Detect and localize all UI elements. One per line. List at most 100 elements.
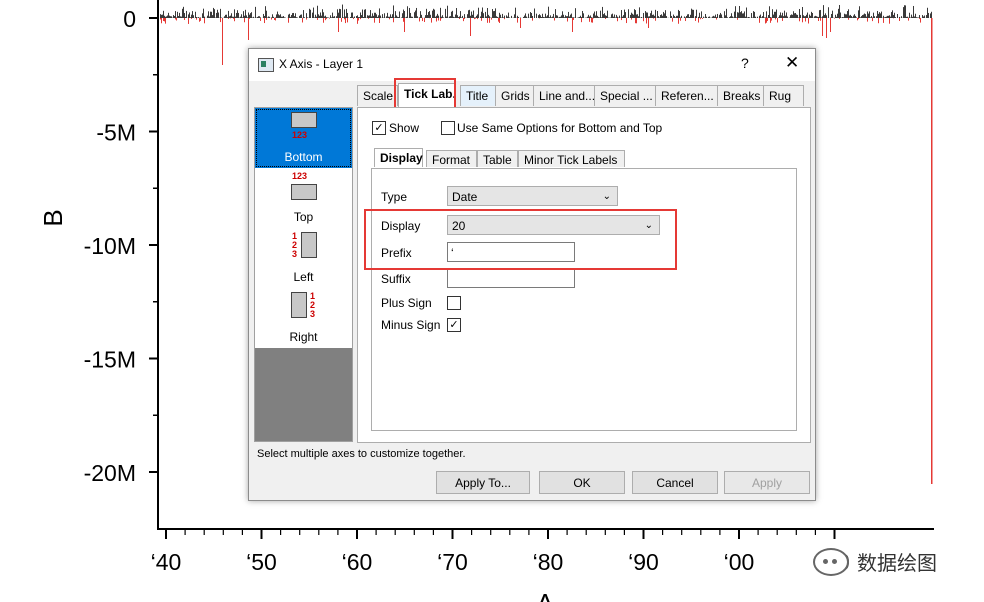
bar-positive bbox=[684, 16, 685, 18]
bar-positive bbox=[433, 8, 434, 18]
display-subpanel: Type Date ⌄ Display 20 ⌄ Prefix ‘ Suffix… bbox=[371, 168, 797, 431]
cancel-button[interactable]: Cancel bbox=[632, 471, 718, 494]
wechat-icon bbox=[813, 548, 849, 576]
bar-positive bbox=[687, 14, 688, 18]
bar-positive bbox=[218, 12, 219, 18]
bar-negative bbox=[685, 18, 686, 22]
bar-positive bbox=[822, 16, 823, 18]
ok-button[interactable]: OK bbox=[539, 471, 625, 494]
tab-line-and-ticks[interactable]: Line and... bbox=[533, 85, 595, 106]
axis-item-right[interactable]: 123 Right bbox=[255, 288, 352, 348]
subtab-table[interactable]: Table bbox=[477, 150, 518, 167]
type-label: Type bbox=[381, 190, 408, 204]
bar-positive bbox=[844, 13, 845, 18]
tab-reference-lines[interactable]: Referen... bbox=[655, 85, 719, 106]
bar-positive bbox=[588, 14, 589, 18]
bar-positive bbox=[773, 14, 774, 18]
bar-positive bbox=[613, 16, 614, 18]
bar-positive bbox=[784, 10, 785, 18]
bar-positive bbox=[436, 15, 437, 18]
bar-positive bbox=[497, 16, 498, 18]
show-checkbox[interactable]: ✓ bbox=[372, 121, 386, 135]
minus-sign-checkbox[interactable]: ✓ bbox=[447, 318, 461, 332]
tab-special-ticks[interactable]: Special ... bbox=[594, 85, 656, 106]
bar-positive bbox=[557, 15, 558, 18]
bar-positive bbox=[531, 12, 532, 18]
bar-positive bbox=[507, 16, 508, 18]
bar-negative bbox=[464, 18, 465, 19]
bar-positive bbox=[474, 17, 475, 18]
bar-negative bbox=[302, 18, 303, 23]
bar-positive bbox=[259, 16, 260, 18]
bar-positive bbox=[317, 5, 318, 18]
bar-positive bbox=[630, 14, 631, 18]
bar-negative bbox=[459, 18, 460, 20]
bar-positive bbox=[499, 12, 500, 18]
bar-positive bbox=[726, 8, 727, 18]
bar-positive bbox=[749, 17, 750, 18]
tab-rug[interactable]: Rug bbox=[763, 85, 804, 106]
bar-positive bbox=[814, 16, 815, 18]
bar-negative bbox=[379, 18, 380, 23]
bar-positive bbox=[741, 11, 742, 18]
bar-positive bbox=[556, 15, 557, 18]
help-button[interactable]: ? bbox=[741, 55, 749, 71]
bar-positive bbox=[931, 11, 932, 18]
bar-positive bbox=[872, 17, 873, 18]
bar-positive bbox=[536, 13, 537, 18]
type-dropdown[interactable]: Date ⌄ bbox=[447, 186, 618, 206]
type-value: Date bbox=[452, 190, 478, 204]
bar-positive bbox=[166, 16, 167, 18]
apply-button[interactable]: Apply bbox=[724, 471, 810, 494]
bar-negative bbox=[695, 18, 696, 21]
bar-positive bbox=[729, 17, 730, 18]
bar-positive bbox=[886, 16, 887, 18]
bar-positive bbox=[605, 15, 606, 18]
bar-positive bbox=[167, 15, 168, 18]
tab-breaks[interactable]: Breaks bbox=[717, 85, 764, 106]
apply-to-button[interactable]: Apply To... bbox=[436, 471, 530, 494]
bar-positive bbox=[511, 15, 512, 18]
bar-positive bbox=[856, 17, 857, 18]
bar-positive bbox=[243, 11, 244, 18]
subtab-format[interactable]: Format bbox=[426, 150, 477, 167]
bar-positive bbox=[731, 13, 732, 18]
bar-positive bbox=[692, 9, 693, 18]
bar-positive bbox=[374, 12, 375, 18]
bar-positive bbox=[734, 11, 735, 18]
axis-item-top[interactable]: 123 Top bbox=[255, 168, 352, 228]
bar-positive bbox=[296, 17, 297, 18]
bar-positive bbox=[179, 12, 180, 18]
axis-item-bottom[interactable]: 123 Bottom bbox=[255, 108, 352, 168]
bar-positive bbox=[216, 12, 217, 18]
same-options-checkbox[interactable] bbox=[441, 121, 455, 135]
bar-positive bbox=[650, 13, 651, 18]
axis-item-left[interactable]: 123 Left bbox=[255, 228, 352, 288]
subtab-minor-tick-labels[interactable]: Minor Tick Labels bbox=[518, 150, 625, 167]
bar-positive bbox=[878, 13, 879, 18]
tab-title[interactable]: Title bbox=[460, 85, 496, 106]
bar-positive bbox=[242, 17, 243, 18]
tab-scale[interactable]: Scale bbox=[357, 85, 398, 106]
bar-positive bbox=[570, 14, 571, 18]
close-button[interactable]: ✕ bbox=[785, 53, 799, 73]
bar-positive bbox=[495, 8, 496, 18]
bar-negative bbox=[883, 18, 884, 23]
bar-positive bbox=[887, 15, 888, 18]
bottom-axis-icon: 123 bbox=[291, 112, 317, 142]
bar-positive bbox=[445, 8, 446, 18]
bar-positive bbox=[676, 15, 677, 18]
bar-positive bbox=[791, 14, 792, 18]
bar-positive bbox=[696, 9, 697, 18]
subtab-display[interactable]: Display bbox=[374, 148, 423, 167]
bar-positive bbox=[314, 17, 315, 18]
bar-positive bbox=[534, 8, 535, 18]
bar-negative bbox=[920, 18, 921, 23]
bar-positive bbox=[291, 15, 292, 18]
bar-positive bbox=[320, 12, 321, 18]
plus-sign-checkbox[interactable] bbox=[447, 296, 461, 310]
tab-grids[interactable]: Grids bbox=[495, 85, 538, 106]
suffix-input[interactable] bbox=[447, 268, 575, 288]
bar-positive bbox=[914, 16, 915, 18]
bar-negative bbox=[499, 18, 500, 23]
